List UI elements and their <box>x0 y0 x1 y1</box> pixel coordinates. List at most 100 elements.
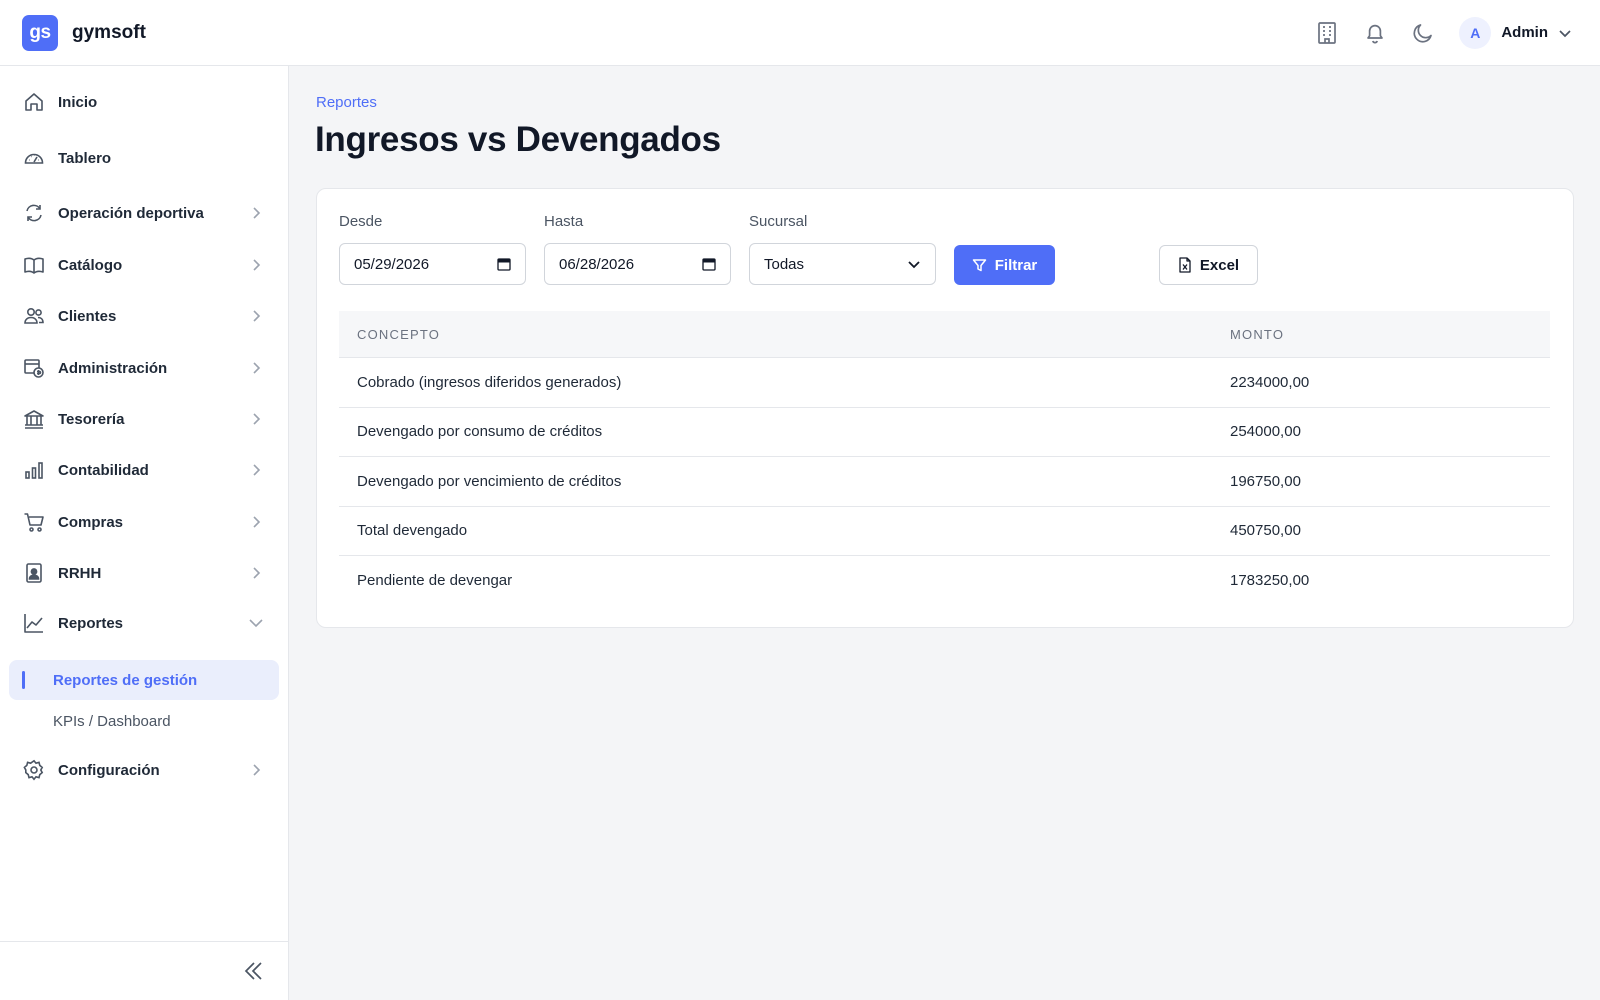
excel-button[interactable]: Excel <box>1159 245 1258 285</box>
breadcrumb[interactable]: Reportes <box>316 94 377 111</box>
report-table: CONCEPTO MONTO Cobrado (ingresos diferid… <box>339 311 1550 606</box>
sidebar-item-tablero[interactable]: Tablero <box>0 136 288 180</box>
cell-monto: 254000,00 <box>1230 423 1301 441</box>
sidebar-footer <box>0 941 288 1000</box>
sidebar-item-inicio[interactable]: Inicio <box>0 80 288 124</box>
sidebar-item-reportes[interactable]: Reportes <box>0 601 288 645</box>
sidebar-item-administracion[interactable]: Administración <box>0 346 288 390</box>
table-row: Devengado por consumo de créditos 254000… <box>339 408 1550 457</box>
sucursal-select[interactable]: Todas <box>749 243 936 285</box>
chevron-down-icon <box>907 257 921 271</box>
brand[interactable]: gs gymsoft <box>22 14 146 51</box>
hasta-value: 06/28/2026 <box>559 255 635 273</box>
chevron-right-icon <box>248 411 264 427</box>
sidebar-item-tesoreria[interactable]: Tesorería <box>0 397 288 441</box>
user-name: Admin <box>1501 24 1548 41</box>
sidebar-item-label: Configuración <box>58 761 160 779</box>
brand-logo: gs <box>22 14 58 51</box>
sidebar-item-operacion-deportiva[interactable]: Operación deportiva <box>0 191 288 235</box>
desde-date-input[interactable]: 05/29/2026 <box>339 243 526 285</box>
sidebar-item-label: Tesorería <box>58 410 125 428</box>
filter-button-label: Filtrar <box>994 256 1038 274</box>
chevron-right-icon <box>248 308 264 324</box>
sidebar-item-compras[interactable]: Compras <box>0 500 288 544</box>
cell-monto: 1783250,00 <box>1230 572 1310 590</box>
chevron-right-icon <box>248 565 264 581</box>
chevron-right-icon <box>248 360 264 376</box>
chevron-right-icon <box>248 205 264 221</box>
sidebar-item-catalogo[interactable]: Catálogo <box>0 243 288 287</box>
sidebar-item-rrhh[interactable]: RRHH <box>0 551 288 595</box>
sidebar-item-label: Compras <box>58 513 124 531</box>
excel-file-icon <box>1178 257 1192 273</box>
sucursal-label: Sucursal <box>749 213 808 230</box>
report-card: Desde 05/29/2026 Hasta 06/28/2026 Sucurs… <box>316 188 1574 628</box>
bell-icon[interactable] <box>1351 9 1399 57</box>
table-row: Total devengado 450750,00 <box>339 507 1550 556</box>
desde-label: Desde <box>339 213 383 230</box>
sidebar-item-clientes[interactable]: Clientes <box>0 294 288 338</box>
cell-monto: 2234000,00 <box>1230 373 1310 391</box>
users-icon <box>22 304 46 328</box>
avatar: A <box>1459 16 1492 49</box>
table-header: CONCEPTO MONTO <box>339 311 1550 358</box>
sidebar-item-label: Administración <box>58 359 168 377</box>
column-header-concepto[interactable]: CONCEPTO <box>357 327 440 342</box>
building-icon[interactable] <box>1303 9 1351 57</box>
table-row: Cobrado (ingresos diferidos generados) 2… <box>339 358 1550 408</box>
page-title: Ingresos vs Devengados <box>315 120 721 159</box>
calendar-icon[interactable] <box>702 257 716 271</box>
collapse-sidebar-icon[interactable] <box>242 959 266 983</box>
cell-concepto: Pendiente de devengar <box>357 572 513 590</box>
sidebar-subitem-kpis-dashboard[interactable]: KPIs / Dashboard <box>9 701 279 741</box>
sidebar-item-label: Clientes <box>58 307 117 325</box>
line-chart-icon <box>22 611 46 635</box>
sidebar-item-label: RRHH <box>58 564 102 582</box>
sidebar-item-label: Tablero <box>58 149 112 167</box>
moon-icon[interactable] <box>1399 9 1447 57</box>
badge-icon <box>22 561 46 585</box>
bank-icon <box>22 407 46 431</box>
table-row: Devengado por vencimiento de créditos 19… <box>339 457 1550 507</box>
chevron-right-icon <box>248 514 264 530</box>
chevron-right-icon <box>248 257 264 273</box>
sucursal-value: Todas <box>764 255 805 273</box>
bar-chart-icon <box>22 458 46 482</box>
refresh-icon <box>22 201 46 225</box>
cell-concepto: Devengado por vencimiento de créditos <box>357 472 622 490</box>
home-icon <box>22 90 46 114</box>
filter-button[interactable]: Filtrar <box>954 245 1055 285</box>
cell-concepto: Devengado por consumo de créditos <box>357 423 603 441</box>
desde-value: 05/29/2026 <box>354 255 430 273</box>
gear-icon <box>22 758 46 782</box>
filter-icon <box>972 258 987 273</box>
brand-name: gymsoft <box>72 21 146 43</box>
table-row: Pendiente de devengar 1783250,00 <box>339 556 1550 606</box>
column-header-monto[interactable]: MONTO <box>1230 327 1284 342</box>
user-menu[interactable]: A Admin <box>1459 16 1572 49</box>
cell-monto: 196750,00 <box>1230 472 1301 490</box>
sidebar-item-label: Catálogo <box>58 256 123 274</box>
chevron-down-icon <box>248 615 264 631</box>
sidebar-item-label: Reportes <box>58 614 124 632</box>
chevron-right-icon <box>248 762 264 778</box>
hasta-date-input[interactable]: 06/28/2026 <box>544 243 731 285</box>
sidebar-item-label: Inicio <box>58 93 98 111</box>
cell-concepto: Cobrado (ingresos diferidos generados) <box>357 373 622 391</box>
calendar-icon[interactable] <box>497 257 511 271</box>
cell-monto: 450750,00 <box>1230 522 1301 540</box>
excel-button-label: Excel <box>1199 256 1240 274</box>
sidebar: Inicio Tablero Operación deportiva Catál… <box>0 66 289 1000</box>
sidebar-item-configuracion[interactable]: Configuración <box>0 748 288 792</box>
sidebar-subitem-reportes-de-gestion[interactable]: Reportes de gestión <box>9 660 279 700</box>
cell-concepto: Total devengado <box>357 522 468 540</box>
book-icon <box>22 253 46 277</box>
top-header: gs gymsoft A Admin <box>0 0 1600 66</box>
sidebar-item-contabilidad[interactable]: Contabilidad <box>0 448 288 492</box>
cart-icon <box>22 510 46 534</box>
gauge-icon <box>22 146 46 170</box>
sidebar-item-label: Contabilidad <box>58 461 149 479</box>
header-actions: A Admin <box>1303 9 1578 57</box>
hasta-label: Hasta <box>544 213 584 230</box>
chevron-right-icon <box>248 462 264 478</box>
